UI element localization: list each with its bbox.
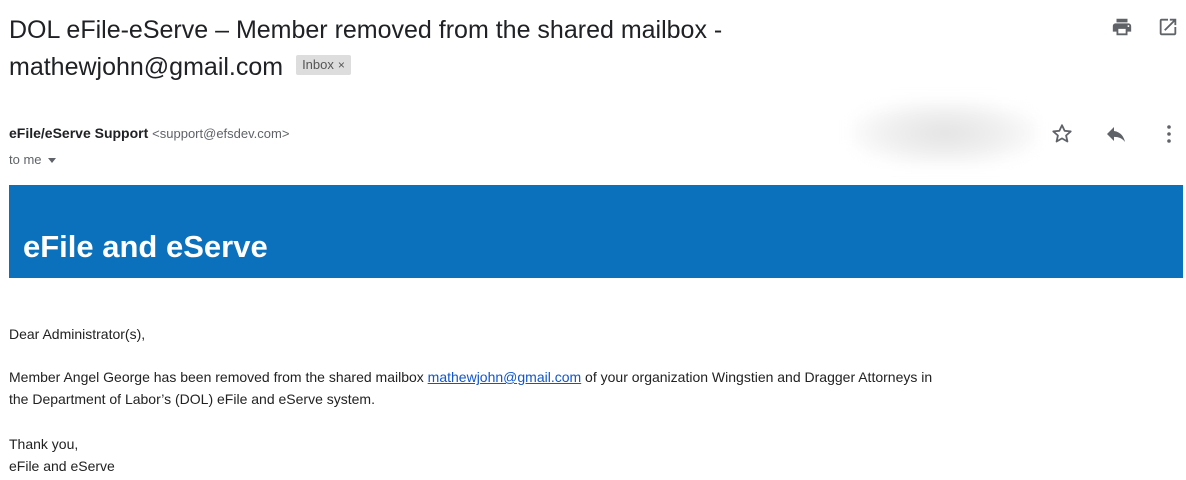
print-icon[interactable] — [1111, 16, 1133, 38]
open-in-new-window-icon[interactable] — [1157, 16, 1179, 38]
sign-off: Thank you, eFile and eServe — [9, 433, 115, 477]
inbox-label-badge[interactable]: Inbox × — [296, 55, 351, 76]
email-banner: eFile and eServe — [9, 185, 1183, 278]
inbox-label-text: Inbox — [302, 57, 334, 73]
email-subject: DOL eFile-eServe – Member removed from t… — [9, 12, 1069, 86]
star-icon[interactable] — [1050, 122, 1074, 146]
paragraph-text-end: of your organization Wingstien and Dragg… — [581, 369, 933, 385]
recipient-details-toggle[interactable]: to me — [9, 152, 56, 167]
message-paragraph: Member Angel George has been removed fro… — [9, 366, 1179, 410]
paragraph-text-start: Member Angel George has been removed fro… — [9, 369, 428, 385]
mailbox-email-link[interactable]: mathewjohn@gmail.com — [428, 369, 582, 385]
paragraph-text-line2: the Department of Labor’s (DOL) eFile an… — [9, 391, 375, 407]
greeting-text: Dear Administrator(s), — [9, 326, 146, 342]
sender-email: <support@efsdev.com> — [152, 126, 290, 141]
more-options-icon[interactable] — [1157, 122, 1181, 146]
signature-text: eFile and eServe — [9, 458, 115, 474]
subject-line-2: mathewjohn@gmail.com — [9, 53, 284, 81]
reply-icon[interactable] — [1104, 122, 1128, 146]
closing-text: Thank you, — [9, 436, 79, 452]
remove-label-icon[interactable]: × — [338, 58, 345, 72]
subject-line-1: DOL eFile-eServe – Member removed from t… — [9, 16, 723, 44]
sender-row: eFile/eServe Support <support@efsdev.com… — [9, 125, 289, 141]
redacted-timestamp — [852, 100, 1038, 166]
banner-title: eFile and eServe — [23, 229, 268, 264]
sender-name[interactable]: eFile/eServe Support — [9, 125, 148, 141]
chevron-down-icon[interactable] — [47, 158, 56, 164]
recipient-text: to me — [9, 152, 42, 167]
